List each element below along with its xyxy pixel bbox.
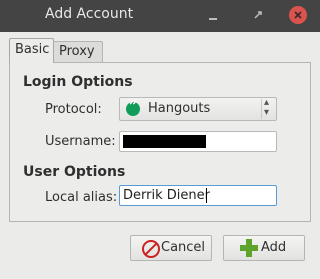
local-alias-field[interactable]: Derrik Diener [119, 185, 277, 206]
tab-proxy-label: Proxy [59, 44, 95, 59]
cancel-button-label: Cancel [161, 240, 206, 255]
add-icon [240, 239, 258, 257]
add-account-dialog: Add Account Basic Proxy Login Options Pr… [0, 0, 320, 279]
username-label: Username: [45, 134, 116, 149]
add-button[interactable]: Add [223, 235, 305, 261]
select-arrows-icon [261, 97, 272, 119]
close-button[interactable] [289, 6, 307, 24]
minimize-button[interactable] [205, 7, 221, 23]
maximize-icon [254, 11, 262, 19]
close-icon [294, 11, 302, 19]
tab-basic-label: Basic [15, 42, 50, 57]
maximize-button[interactable] [250, 7, 266, 23]
basic-tab-panel: Login Options Protocol: Hangouts Usernam… [9, 62, 311, 222]
protocol-select[interactable]: Hangouts [119, 97, 277, 121]
user-options-heading: User Options [23, 164, 126, 180]
cancel-button[interactable]: Cancel [130, 235, 212, 261]
hangouts-icon [126, 99, 140, 116]
tab-proxy[interactable]: Proxy [53, 41, 103, 62]
text-caret [206, 188, 207, 203]
cancel-icon [142, 240, 160, 258]
add-button-label: Add [261, 240, 287, 255]
local-alias-value: Derrik Diener [123, 188, 210, 203]
tab-basic[interactable]: Basic [9, 38, 54, 63]
username-field[interactable] [119, 131, 277, 152]
title-bar[interactable]: Add Account [0, 0, 320, 32]
protocol-value: Hangouts [148, 101, 211, 116]
login-options-heading: Login Options [23, 74, 133, 90]
protocol-label: Protocol: [45, 102, 102, 117]
window-title: Add Account [45, 6, 134, 22]
local-alias-label: Local alias: [45, 190, 118, 205]
redacted-username [123, 135, 206, 148]
